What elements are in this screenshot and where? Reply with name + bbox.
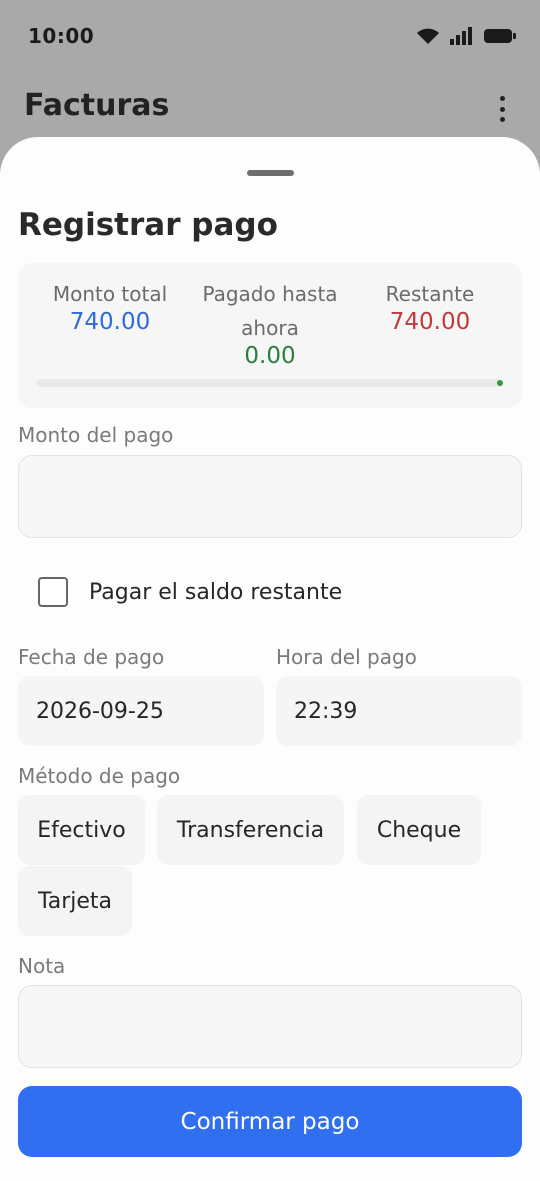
pay-remaining-label[interactable]: Pagar el saldo restante (89, 580, 342, 605)
payment-summary-card: Monto total 740.00 Pagado hasta ahora 0.… (18, 263, 522, 408)
payment-time-field[interactable]: 22:39 (276, 676, 522, 746)
method-chip-transfer[interactable]: Transferencia (157, 795, 344, 865)
wifi-icon (417, 28, 439, 44)
page-title: Facturas (24, 88, 170, 123)
payment-time-label: Hora del pago (276, 645, 417, 669)
payment-date-label: Fecha de pago (18, 645, 165, 669)
total-amount-summary: Monto total 740.00 (38, 279, 182, 335)
battery-icon (484, 29, 516, 43)
drag-handle[interactable] (247, 170, 294, 176)
paid-amount-label-line2: ahora (241, 316, 299, 340)
payment-date-field[interactable]: 2026-09-25 (18, 676, 264, 746)
status-icons (416, 26, 516, 46)
total-amount-value: 740.00 (69, 309, 151, 335)
paid-amount-summary: Pagado hasta ahora 0.00 (194, 279, 346, 369)
total-amount-label: Monto total (52, 282, 168, 306)
payment-amount-input[interactable] (18, 455, 522, 538)
progress-end-dot (497, 380, 503, 386)
remaining-amount-value: 740.00 (389, 309, 471, 335)
pay-remaining-checkbox[interactable] (38, 577, 68, 607)
payment-progress-bar (36, 379, 503, 387)
status-time: 10:00 (28, 24, 95, 48)
remaining-amount-summary: Restante 740.00 (358, 279, 502, 335)
method-chip-cash[interactable]: Efectivo (18, 795, 145, 865)
note-label: Nota (18, 954, 66, 978)
payment-amount-label: Monto del pago (18, 423, 174, 447)
payment-bottom-sheet: Registrar pago Monto total 740.00 Pagado… (0, 137, 540, 1181)
cellular-signal-icon (450, 27, 472, 45)
remaining-amount-label: Restante (385, 282, 475, 306)
status-bar: 10:00 (0, 0, 540, 72)
pay-remaining-row[interactable]: Pagar el saldo restante (38, 577, 342, 607)
note-input[interactable] (18, 985, 522, 1068)
payment-method-label: Método de pago (18, 764, 181, 788)
paid-amount-label-line1: Pagado hasta (202, 282, 338, 306)
method-chip-card[interactable]: Tarjeta (18, 866, 132, 936)
sheet-title: Registrar pago (18, 207, 278, 243)
confirm-payment-button[interactable]: Confirmar pago (18, 1086, 522, 1157)
method-chip-check[interactable]: Cheque (357, 795, 481, 865)
paid-amount-value: 0.00 (244, 343, 296, 369)
more-options-icon[interactable] (494, 96, 510, 122)
